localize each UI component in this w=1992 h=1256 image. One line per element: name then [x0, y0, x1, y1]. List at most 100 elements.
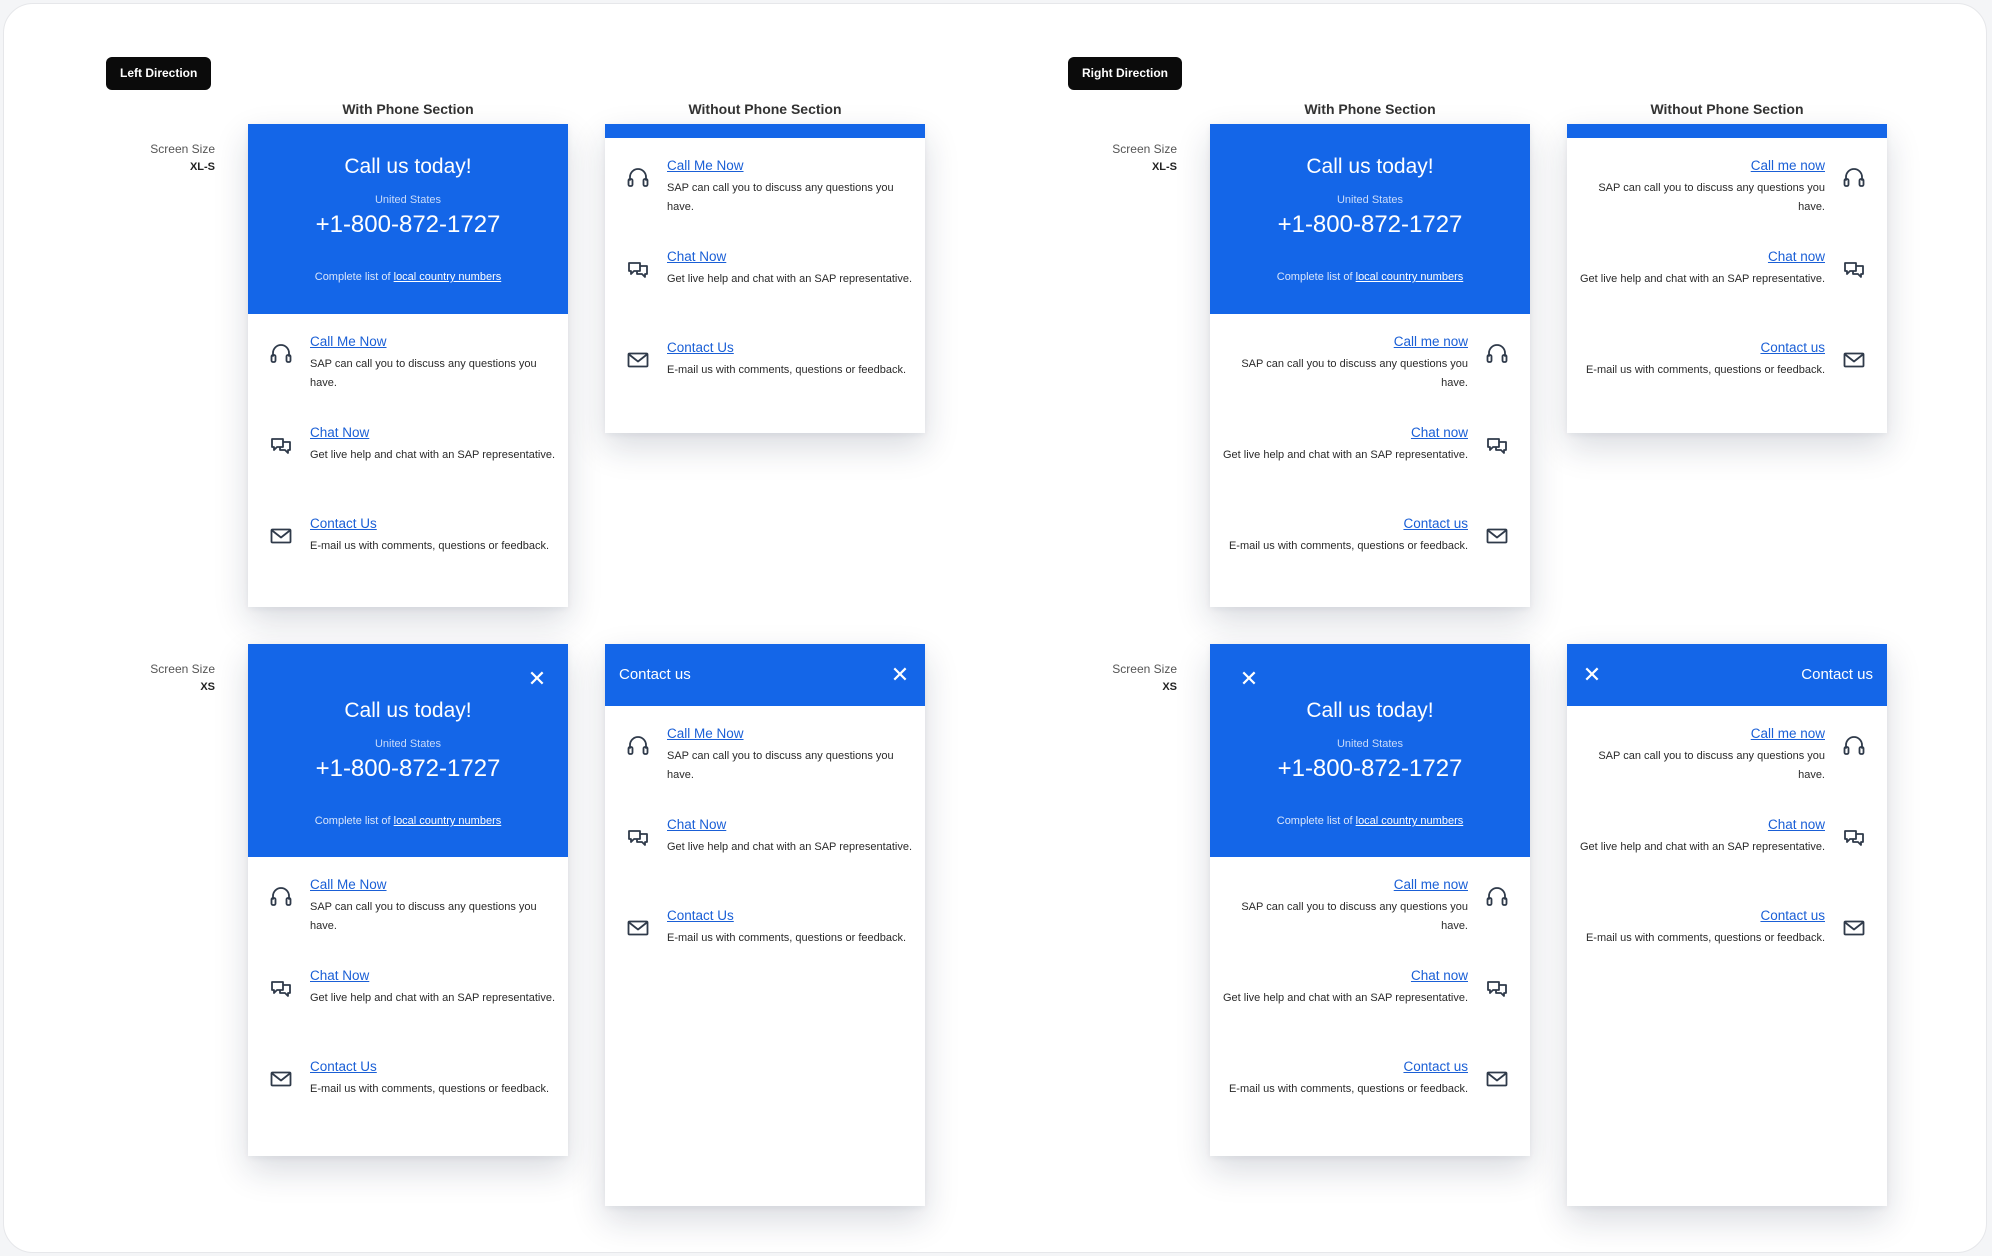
- hero-phone-number[interactable]: +1-800-872-1727: [248, 755, 568, 783]
- contact-option-mail[interactable]: Contact us E-mail us with comments, quest…: [1229, 516, 1510, 607]
- chat-icon: [268, 975, 294, 1001]
- chat-icon: [268, 432, 294, 458]
- hero-title: Call us today!: [344, 699, 472, 722]
- contact-option-link[interactable]: Chat now: [1411, 425, 1468, 440]
- hero-phone-number[interactable]: +1-800-872-1727: [248, 211, 568, 239]
- contact-option-mail[interactable]: Contact Us E-mail us with comments, quest…: [268, 516, 549, 607]
- contact-option-link[interactable]: Call Me Now: [667, 158, 744, 173]
- contact-option-headset[interactable]: Call me now SAP can call you to discuss a…: [1230, 334, 1510, 425]
- contact-option-chat[interactable]: Chat now Get live help and chat with an S…: [1223, 968, 1510, 1059]
- local-numbers-link[interactable]: local country numbers: [1356, 271, 1464, 283]
- headset-icon: [1484, 884, 1510, 910]
- screen-size-label-xl-right: Screen Size XL-S: [1112, 142, 1177, 173]
- contact-option-description: Get live help and chat with an SAP repre…: [1223, 449, 1468, 461]
- phone-hero: Call us today! United States +1-800-872-…: [248, 124, 568, 314]
- mail-icon: [625, 915, 651, 941]
- contact-option-mail[interactable]: Contact Us E-mail us with comments, quest…: [268, 1059, 549, 1150]
- hero-phone-number[interactable]: +1-800-872-1727: [1210, 211, 1530, 239]
- contact-option-chat[interactable]: Chat Now Get live help and chat with an S…: [625, 817, 912, 908]
- contact-option-description: E-mail us with comments, questions or fe…: [667, 932, 907, 944]
- contact-option-link[interactable]: Contact us: [1403, 516, 1468, 531]
- contact-option-chat[interactable]: Chat Now Get live help and chat with an S…: [268, 968, 555, 1059]
- contact-option-link[interactable]: Call me now: [1751, 726, 1825, 741]
- contact-option-link[interactable]: Call Me Now: [310, 334, 387, 349]
- contact-option-description: SAP can call you to discuss any question…: [667, 182, 894, 213]
- contact-option-mail[interactable]: Contact us E-mail us with comments, quest…: [1586, 908, 1867, 999]
- contact-option-link[interactable]: Chat now: [1411, 968, 1468, 983]
- mail-icon: [625, 347, 651, 373]
- contact-option-chat[interactable]: Chat Now Get live help and chat with an S…: [268, 425, 555, 516]
- column-heading-with-phone-right: With Phone Section: [1304, 101, 1436, 117]
- contact-option-description: SAP can call you to discuss any question…: [310, 358, 537, 389]
- close-icon[interactable]: ✕: [1581, 664, 1603, 686]
- left-xs-without-phone-card: Contact us ✕ Call Me Now SAP can call you…: [605, 644, 925, 1206]
- close-icon[interactable]: ✕: [1238, 668, 1260, 690]
- contact-option-link[interactable]: Contact Us: [310, 516, 377, 531]
- left-xs-with-phone-card: ✕ Call us today! United States +1-800-87…: [248, 644, 568, 1156]
- hero-country: United States: [1336, 738, 1404, 750]
- local-numbers-link[interactable]: local country numbers: [394, 271, 502, 283]
- hero-country: United States: [1336, 194, 1404, 206]
- brand-strip: [1567, 124, 1887, 138]
- column-heading-without-phone-left: Without Phone Section: [688, 101, 842, 117]
- contact-option-headset[interactable]: Call Me Now SAP can call you to discuss a…: [268, 877, 548, 968]
- left-xl-with-phone-card: Call us today! United States +1-800-872-…: [248, 124, 568, 607]
- contact-option-link[interactable]: Contact Us: [667, 908, 734, 923]
- contact-option-link[interactable]: Call Me Now: [667, 726, 744, 741]
- screen-size-label-xs-left: Screen Size XS: [150, 662, 215, 693]
- hero-phone-number[interactable]: +1-800-872-1727: [1210, 755, 1530, 783]
- contact-option-link[interactable]: Chat Now: [667, 249, 726, 264]
- contact-option-link[interactable]: Call Me Now: [310, 877, 387, 892]
- mail-icon: [268, 523, 294, 549]
- contact-options: Call me now SAP can call you to discuss a…: [1210, 857, 1530, 1150]
- contact-option-description: E-mail us with comments, questions or fe…: [667, 364, 907, 376]
- contact-option-link[interactable]: Contact us: [1760, 908, 1825, 923]
- contact-option-link[interactable]: Chat now: [1768, 249, 1825, 264]
- contact-option-link[interactable]: Chat Now: [667, 817, 726, 832]
- contact-option-mail[interactable]: Contact Us E-mail us with comments, quest…: [625, 340, 906, 431]
- contact-option-headset[interactable]: Call Me Now SAP can call you to discuss a…: [625, 726, 905, 817]
- contact-option-link[interactable]: Contact us: [1760, 340, 1825, 355]
- chat-icon: [625, 824, 651, 850]
- contact-option-description: SAP can call you to discuss any question…: [1241, 901, 1468, 932]
- contact-option-link[interactable]: Contact Us: [310, 1059, 377, 1074]
- contact-option-link[interactable]: Chat Now: [310, 968, 369, 983]
- contact-option-headset[interactable]: Call Me Now SAP can call you to discuss a…: [268, 334, 548, 425]
- screen-size-label-xl-left: Screen Size XL-S: [150, 142, 215, 173]
- chat-icon: [1484, 975, 1510, 1001]
- close-icon[interactable]: ✕: [889, 664, 911, 686]
- contact-option-link[interactable]: Call me now: [1394, 877, 1468, 892]
- headset-icon: [625, 733, 651, 759]
- headset-icon: [1841, 165, 1867, 191]
- contact-option-chat[interactable]: Chat now Get live help and chat with an S…: [1580, 249, 1867, 340]
- hero-country: United States: [374, 194, 442, 206]
- contact-option-chat[interactable]: Chat now Get live help and chat with an S…: [1223, 425, 1510, 516]
- contact-option-mail[interactable]: Contact us E-mail us with comments, quest…: [1586, 340, 1867, 431]
- contact-option-link[interactable]: Chat Now: [310, 425, 369, 440]
- contact-option-mail[interactable]: Contact Us E-mail us with comments, quest…: [625, 908, 906, 999]
- contact-option-headset[interactable]: Call me now SAP can call you to discuss a…: [1230, 877, 1510, 968]
- contact-options: Call me now SAP can call you to discuss a…: [1567, 706, 1887, 999]
- contact-option-headset[interactable]: Call Me Now SAP can call you to discuss a…: [625, 158, 905, 249]
- contact-option-chat[interactable]: Chat Now Get live help and chat with an S…: [625, 249, 912, 340]
- contact-option-link[interactable]: Contact Us: [667, 340, 734, 355]
- mail-icon: [1841, 915, 1867, 941]
- contact-options: Call me now SAP can call you to discuss a…: [1210, 314, 1530, 607]
- contact-option-link[interactable]: Call me now: [1394, 334, 1468, 349]
- contact-option-link[interactable]: Call me now: [1751, 158, 1825, 173]
- contact-option-headset[interactable]: Call me now SAP can call you to discuss a…: [1587, 726, 1867, 817]
- close-icon[interactable]: ✕: [526, 668, 548, 690]
- hero-footer: Complete list of local country numbers: [1276, 271, 1464, 283]
- hero-title: Call us today!: [1306, 155, 1434, 178]
- left-direction-tag: Left Direction: [106, 57, 212, 90]
- contact-option-mail[interactable]: Contact us E-mail us with comments, quest…: [1229, 1059, 1510, 1150]
- contact-option-description: SAP can call you to discuss any question…: [1241, 358, 1468, 389]
- contact-option-headset[interactable]: Call me now SAP can call you to discuss a…: [1587, 158, 1867, 249]
- local-numbers-link[interactable]: local country numbers: [394, 815, 502, 827]
- local-numbers-link[interactable]: local country numbers: [1356, 815, 1464, 827]
- contact-option-chat[interactable]: Chat now Get live help and chat with an S…: [1580, 817, 1867, 908]
- contact-option-link[interactable]: Chat now: [1768, 817, 1825, 832]
- chat-icon: [1841, 256, 1867, 282]
- contact-option-link[interactable]: Contact us: [1403, 1059, 1468, 1074]
- contact-header-bar: Contact us ✕: [605, 644, 925, 706]
